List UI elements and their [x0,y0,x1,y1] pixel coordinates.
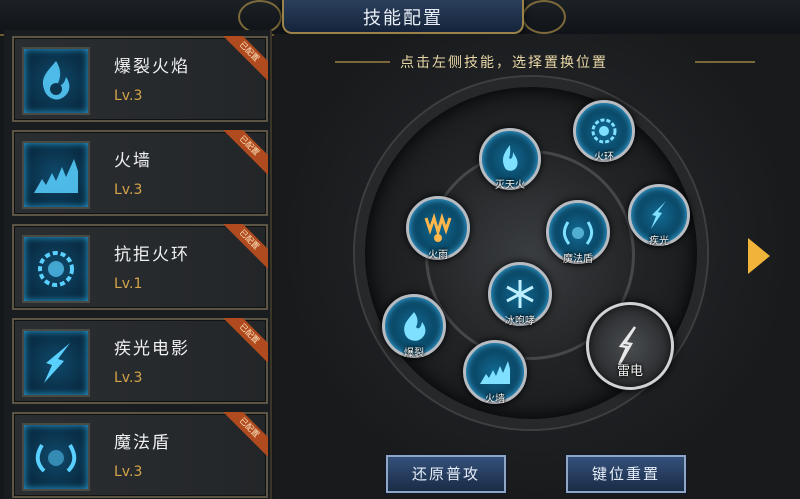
wheel-slot-fire-rain[interactable]: 火雨 [406,196,470,261]
skill-level: Lv.3 [114,370,143,386]
slot-label: 火墙 [485,394,505,405]
skill-card-fire-wall[interactable]: 火墙 Lv.3 已配置 [12,130,268,216]
instruction-hint: 点击左侧技能，选择置换位置 [400,55,608,71]
skill-card-lightning[interactable]: 疾光电影 Lv.3 已配置 [12,318,268,404]
wheel-slot-ice-roar[interactable]: 冰咆哮 [488,262,552,327]
ornament-right [522,0,566,34]
skill-level: Lv.3 [114,182,143,198]
next-page-arrow-icon[interactable] [748,238,770,274]
wheel-slot-burst[interactable]: 爆裂 [382,294,446,359]
fire-wall-icon [480,361,510,384]
wheel-slot-magic-shield[interactable]: 魔法盾 [546,200,610,265]
skill-level: Lv.1 [114,276,143,292]
burst-icon [404,312,426,341]
slot-label: 灭天火 [495,180,525,191]
configured-badge: 已配置 [224,36,268,80]
slot-label: 火环 [594,152,614,163]
skill-name: 火墙 [114,151,152,171]
magic-shield-icon [22,423,90,491]
skill-card-magic-shield[interactable]: 魔法盾 Lv.3 已配置 [12,412,268,498]
lightning-bolt-icon [22,329,90,397]
flame-burst-icon [22,47,90,115]
wheel-slot-heaven-fire[interactable]: 灭天火 [479,128,541,191]
configured-badge: 已配置 [224,412,268,456]
slot-label: 雷电 [616,364,643,379]
slot-label: 爆裂 [404,348,424,359]
heaven-fire-icon [502,145,518,171]
skill-list[interactable]: 爆裂火焰 Lv.3 已配置 火墙 Lv.3 已配置 抗拒火环 Lv.1 已配置 [4,30,272,499]
skill-name: 疾光电影 [114,339,190,359]
wheel-slot-thunder[interactable]: 雷电 [586,302,674,390]
wheel-slot-fire-wall[interactable]: 火墙 [463,340,527,405]
fire-wall-icon [22,141,90,209]
slot-label: 疾光 [649,236,669,247]
skill-config-window: 技能配置 爆裂火焰 Lv.3 已配置 火墙 Lv.3 已配置 抗拒火环 Lv.1… [0,0,800,499]
slot-label: 火雨 [428,250,448,261]
slot-label: 魔法盾 [563,254,593,265]
magic-shield-icon [562,221,594,245]
configured-badge: 已配置 [224,318,268,362]
configured-badge: 已配置 [224,130,268,174]
fire-ring-icon [591,118,617,144]
skill-name: 爆裂火焰 [114,57,190,77]
configured-badge: 已配置 [224,224,268,268]
ice-roar-icon [506,280,534,308]
lightning-icon [651,201,666,229]
reset-basic-attack-button[interactable]: 还原普攻 [386,455,506,493]
repel-ring-icon [22,235,90,303]
slot-label: 冰咆哮 [505,316,535,327]
title-plate: 技能配置 [282,0,524,34]
skill-level: Lv.3 [114,88,143,104]
skill-name: 魔法盾 [114,433,171,453]
skill-name: 抗拒火环 [114,245,190,265]
fire-rain-icon [424,212,452,242]
wheel-slot-lightning[interactable]: 疾光 [628,184,690,247]
hint-divider-right [695,61,755,63]
skill-level: Lv.3 [114,464,143,480]
window-title: 技能配置 [363,8,443,29]
skill-card-repel-ring[interactable]: 抗拒火环 Lv.1 已配置 [12,224,268,310]
ornament-left [238,0,282,34]
wheel-slot-fire-ring[interactable]: 火环 [573,100,635,163]
reset-keys-button[interactable]: 键位重置 [566,455,686,493]
hint-divider-left [335,61,390,63]
skill-card-flame-burst[interactable]: 爆裂火焰 Lv.3 已配置 [12,36,268,122]
